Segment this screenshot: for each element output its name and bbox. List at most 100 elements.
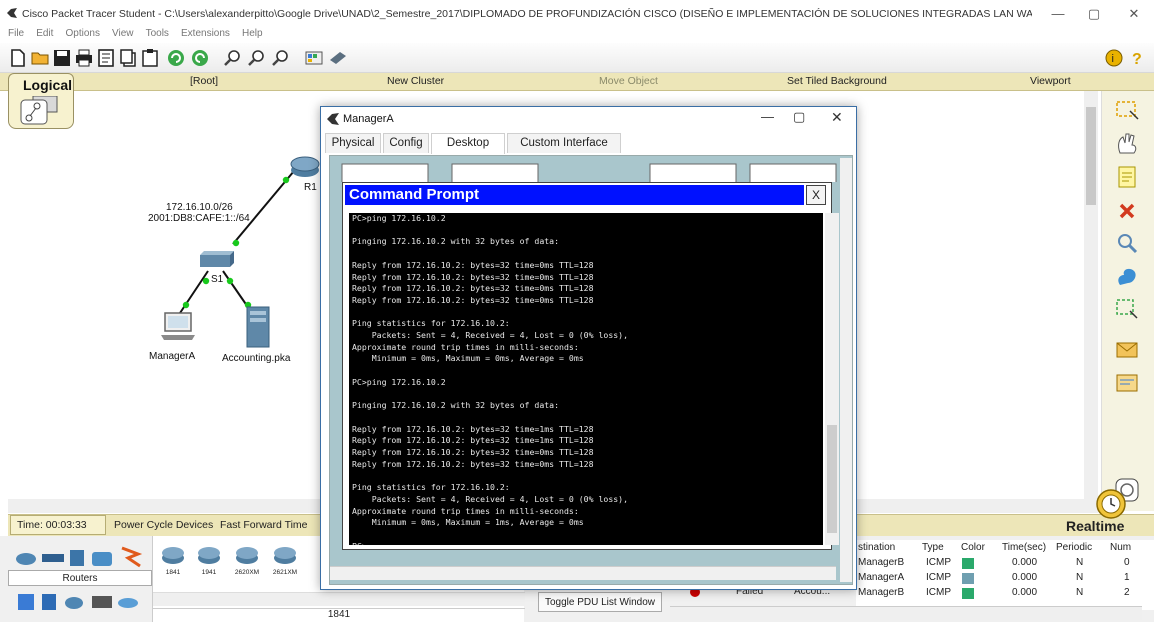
pdu-header-color: Color xyxy=(961,542,985,553)
device-list-scrollbar[interactable] xyxy=(153,592,525,606)
new-file-icon[interactable] xyxy=(8,48,28,68)
server-label: Accounting.pka xyxy=(222,353,291,364)
custom-devices-icon[interactable] xyxy=(328,48,348,68)
tab-physical[interactable]: Physical xyxy=(325,133,381,153)
server-icon[interactable] xyxy=(244,305,272,349)
menu-help[interactable]: Help xyxy=(242,28,263,39)
dialog-maximize-button[interactable]: ▢ xyxy=(793,109,805,125)
select-tool-icon[interactable] xyxy=(1114,99,1140,123)
logical-tab[interactable]: Logical xyxy=(8,73,74,129)
menu-options[interactable]: Options xyxy=(65,28,99,39)
device-model-label: 2621XM xyxy=(272,569,298,576)
desktop-scrollbar[interactable] xyxy=(840,158,852,582)
pdu-periodic: N xyxy=(1076,557,1084,568)
toggle-pdu-list-button[interactable]: Toggle PDU List Window xyxy=(538,592,662,612)
device-model-1941[interactable]: 1941 xyxy=(195,544,223,578)
save-icon[interactable] xyxy=(52,48,72,68)
activity-wizard-icon[interactable] xyxy=(96,48,116,68)
draw-shape-icon[interactable] xyxy=(1114,265,1140,289)
minimize-button[interactable]: — xyxy=(1044,4,1072,24)
place-note-icon[interactable] xyxy=(1114,165,1140,189)
device-model-label: 1841 xyxy=(165,569,181,576)
menu-edit[interactable]: Edit xyxy=(36,28,53,39)
move-object-button[interactable]: Move Object xyxy=(599,75,658,87)
add-complex-pdu-icon[interactable] xyxy=(1114,371,1140,395)
print-icon[interactable] xyxy=(74,48,94,68)
power-cycle-devices-button[interactable]: Power Cycle Devices xyxy=(114,519,213,531)
router-model-icon xyxy=(198,547,220,564)
tab-config[interactable]: Config xyxy=(383,133,429,153)
resize-shape-icon[interactable] xyxy=(1114,297,1140,321)
pdu-color-swatch xyxy=(962,558,974,569)
device-model-label: 1941 xyxy=(201,569,217,576)
set-tiled-background-button[interactable]: Set Tiled Background xyxy=(787,75,887,87)
root-button[interactable]: [Root] xyxy=(190,75,218,87)
vertical-scroll-thumb[interactable] xyxy=(1086,107,1096,205)
zoom-reset-icon[interactable] xyxy=(246,48,266,68)
undo-icon[interactable] xyxy=(166,48,186,68)
device-model-2620xm[interactable]: 2620XM xyxy=(231,544,263,578)
canvas-vertical-scrollbar[interactable] xyxy=(1084,91,1098,499)
copy-icon[interactable] xyxy=(118,48,138,68)
table-row[interactable]: ManagerB ICMP 0.000 N 0 xyxy=(856,556,1142,571)
viewport-button[interactable]: Viewport xyxy=(1030,75,1071,87)
device-category-icons[interactable] xyxy=(14,544,144,570)
command-prompt-close-button[interactable]: X xyxy=(806,185,826,205)
paste-icon[interactable] xyxy=(140,48,160,68)
pdu-color-swatch xyxy=(962,573,974,584)
move-layout-icon[interactable] xyxy=(1114,131,1140,155)
device-model-1841[interactable]: 1841 xyxy=(159,544,187,578)
dialog-close-button[interactable]: ✕ xyxy=(831,109,843,126)
palette-icon[interactable] xyxy=(304,48,324,68)
pdu-list-scrollbar[interactable] xyxy=(670,606,1142,620)
add-simple-pdu-icon[interactable] xyxy=(1114,337,1140,361)
dialog-minimize-button[interactable]: — xyxy=(761,109,774,124)
router-model-icon xyxy=(236,547,258,564)
menu-view[interactable]: View xyxy=(112,28,134,39)
zoom-in-icon[interactable] xyxy=(222,48,242,68)
pdu-num: 0 xyxy=(1124,557,1130,568)
close-window-button[interactable]: ✕ xyxy=(1120,4,1148,24)
device-category-label: Routers xyxy=(8,570,152,586)
pdu-destination: ManagerB xyxy=(858,587,905,598)
terminal-scroll-thumb[interactable] xyxy=(827,425,837,533)
tab-custom-interface[interactable]: Custom Interface xyxy=(507,133,621,153)
svg-text:i: i xyxy=(1112,53,1114,65)
laptop-label: ManagerA xyxy=(149,351,196,362)
inspect-icon[interactable] xyxy=(1114,231,1140,255)
redo-icon[interactable] xyxy=(190,48,210,68)
pdu-destination: ManagerA xyxy=(858,572,905,583)
fast-forward-time-button[interactable]: Fast Forward Time xyxy=(220,519,308,531)
terminal-scrollbar[interactable] xyxy=(825,213,839,545)
laptop-icon[interactable] xyxy=(160,311,196,343)
pdu-type: ICMP xyxy=(926,557,951,568)
device-model-2621xm[interactable]: 2621XM xyxy=(269,544,301,578)
menu-tools[interactable]: Tools xyxy=(146,28,169,39)
desktop-area: Command Prompt X PC>ping 172.16.10.2 Pin… xyxy=(329,155,853,585)
help-icon[interactable]: ? xyxy=(1128,48,1148,68)
device-subcategory-icons[interactable] xyxy=(14,590,144,614)
new-cluster-button[interactable]: New Cluster xyxy=(387,75,444,87)
tab-desktop[interactable]: Desktop xyxy=(431,133,505,154)
packet-tracer-app-icon xyxy=(327,113,339,125)
desktop-app-icons[interactable] xyxy=(338,162,838,182)
zoom-out-icon[interactable] xyxy=(270,48,290,68)
network-ipv6-label: 2001:DB8:CAFE:1::/64 xyxy=(148,213,250,224)
network-information-icon[interactable]: i xyxy=(1104,48,1124,68)
table-row[interactable]: ManagerA ICMP 0.000 N 1 xyxy=(856,571,1142,586)
selected-device-model: 1841 xyxy=(153,608,525,622)
switch-icon[interactable] xyxy=(196,249,236,271)
menu-extensions[interactable]: Extensions xyxy=(181,28,230,39)
router-icon[interactable] xyxy=(290,153,320,179)
pdu-periodic: N xyxy=(1076,587,1084,598)
table-row[interactable]: ManagerB ICMP 0.000 N 2 xyxy=(856,586,1142,601)
realtime-clock-icon[interactable] xyxy=(1094,487,1128,521)
pdu-header-num: Num xyxy=(1110,542,1132,553)
menu-file[interactable]: File xyxy=(8,28,24,39)
open-folder-icon[interactable] xyxy=(30,48,50,68)
maximize-button[interactable]: ▢ xyxy=(1080,4,1108,24)
desktop-horizontal-scrollbar[interactable] xyxy=(330,566,836,580)
delete-icon[interactable] xyxy=(1114,199,1140,223)
pdu-destination: ManagerB xyxy=(858,557,905,568)
terminal-output[interactable]: PC>ping 172.16.10.2 Pinging 172.16.10.2 … xyxy=(349,213,823,545)
